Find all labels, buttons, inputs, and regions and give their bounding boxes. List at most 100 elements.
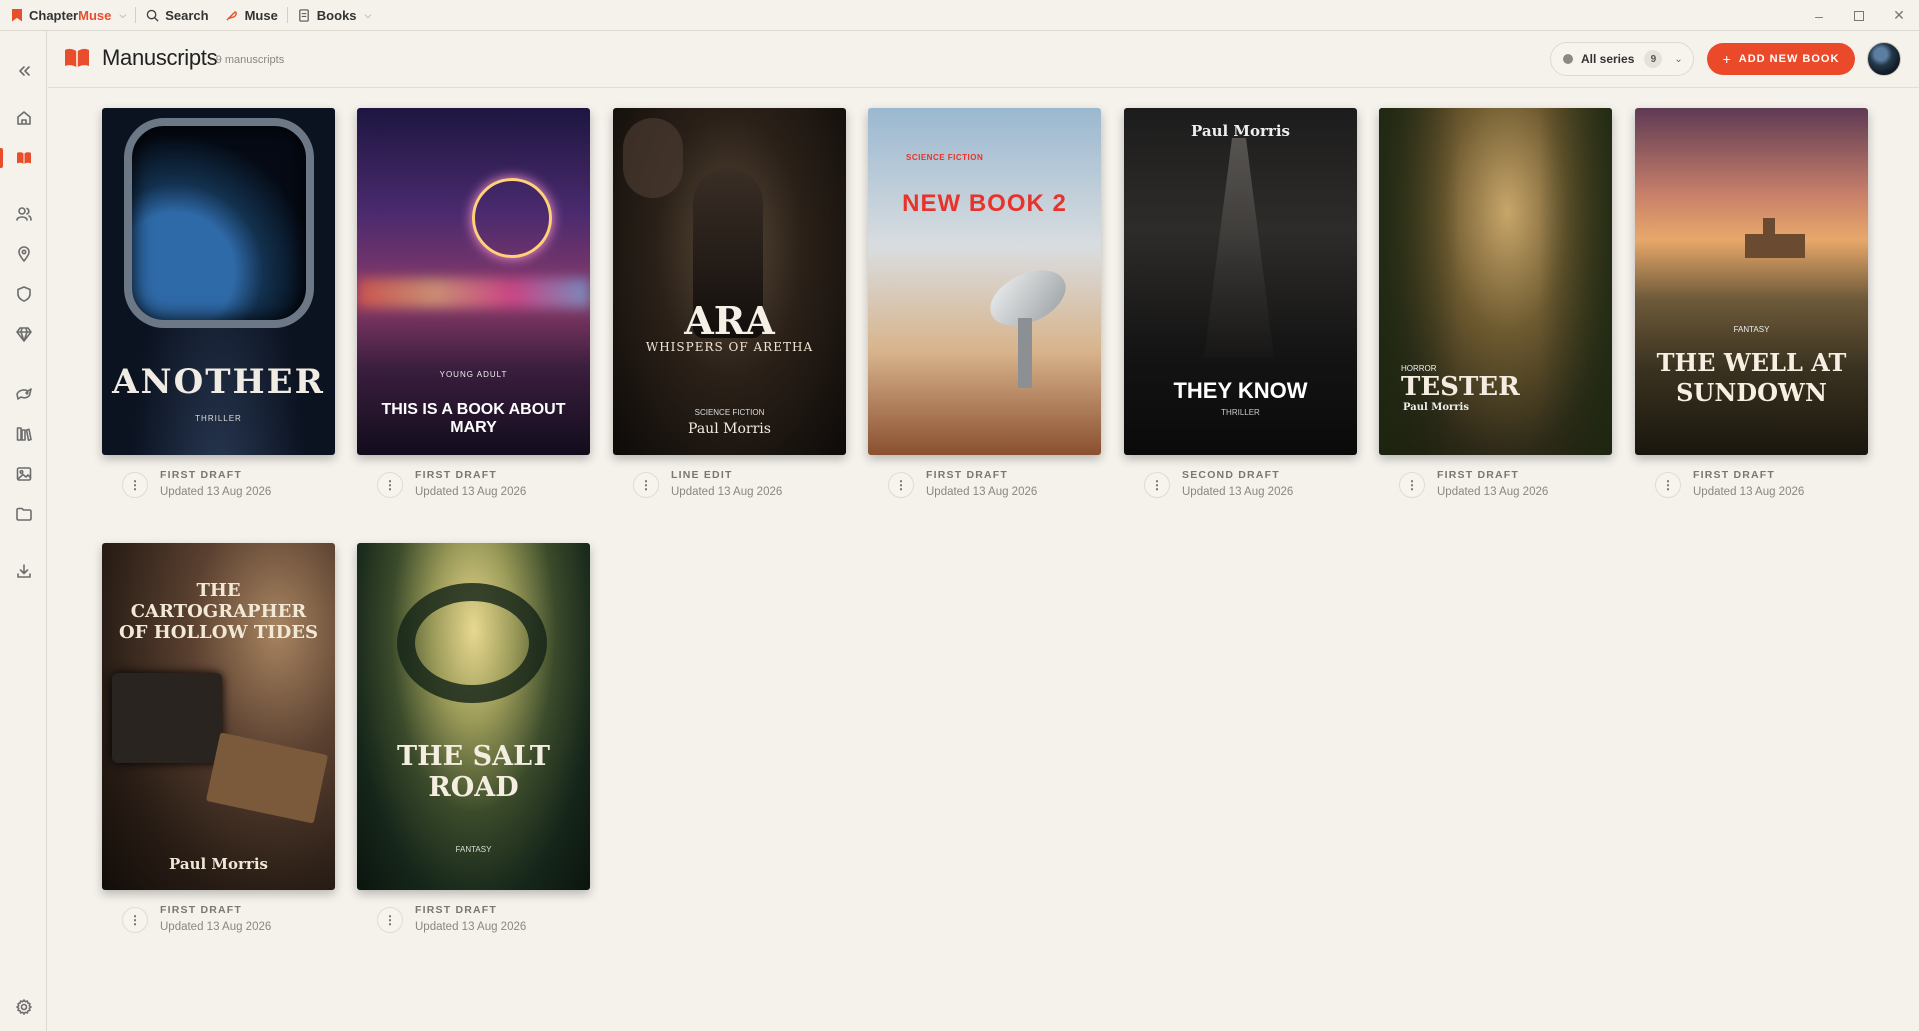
- journal-illustration: [205, 732, 329, 824]
- book-meta: ⋮ FIRST DRAFT Updated 13 Aug 2026: [888, 469, 1108, 501]
- pets-icon[interactable]: [0, 378, 47, 410]
- document-icon: [297, 8, 311, 22]
- book-meta: ⋮ FIRST DRAFT Updated 13 Aug 2026: [122, 904, 342, 936]
- shield-icon[interactable]: [0, 278, 47, 310]
- book-cover[interactable]: HORROR TESTER Paul Morris: [1379, 108, 1612, 455]
- book-cover[interactable]: FANTASY THE WELL AT SUNDOWN: [1635, 108, 1868, 455]
- collapse-icon[interactable]: [0, 55, 47, 87]
- draft-stage: FIRST DRAFT: [160, 469, 243, 481]
- updated-date: Updated 13 Aug 2026: [160, 921, 272, 933]
- divider: [135, 7, 137, 23]
- forest-arch-illustration: [397, 583, 547, 703]
- gem-icon[interactable]: [0, 318, 47, 350]
- book-meta: ⋮ FIRST DRAFT Updated 13 Aug 2026: [1655, 469, 1875, 501]
- satellite-dish-illustration: [1018, 318, 1032, 388]
- location-pin-icon[interactable]: [0, 238, 47, 270]
- more-options-icon[interactable]: ⋮: [1399, 472, 1425, 498]
- more-options-icon[interactable]: ⋮: [888, 472, 914, 498]
- books-menu-label: Books: [316, 7, 357, 23]
- cover-genre: THRILLER: [1221, 408, 1260, 417]
- book-icon[interactable]: [0, 142, 47, 174]
- draft-stage: FIRST DRAFT: [926, 469, 1009, 481]
- draft-stage: FIRST DRAFT: [1437, 469, 1520, 481]
- cover-author: Paul Morris: [1191, 122, 1290, 140]
- book-cover[interactable]: YOUNG ADULT THIS IS A BOOK ABOUT MARY: [357, 108, 590, 455]
- cover-genre: SCIENCE FICTION: [906, 153, 984, 162]
- book-cover[interactable]: THE CARTOGRAPHER OF HOLLOW TIDES Paul Mo…: [102, 543, 335, 890]
- download-icon[interactable]: [0, 555, 47, 587]
- window-controls: – ✕: [1799, 0, 1919, 31]
- cover-title: THE WELL AT SUNDOWN: [1656, 348, 1847, 407]
- cover-genre: THRILLER: [195, 414, 242, 423]
- carnival-lights: [357, 278, 590, 308]
- more-options-icon[interactable]: ⋮: [1144, 472, 1170, 498]
- window-illustration: [124, 118, 314, 328]
- muse-menu[interactable]: Muse: [225, 0, 278, 31]
- corridor-illustration: [1204, 138, 1274, 358]
- book-cover[interactable]: ARA WHISPERS OF ARETHA SCIENCE FICTION P…: [613, 108, 846, 455]
- cover-title: THEY KNOW: [1173, 378, 1308, 403]
- search-menu-label: Search: [165, 7, 209, 23]
- people-icon[interactable]: [0, 198, 47, 230]
- image-icon[interactable]: [0, 458, 47, 490]
- book-meta: ⋮ FIRST DRAFT Updated 13 Aug 2026: [377, 904, 597, 936]
- cover-title: THE SALT ROAD: [397, 741, 550, 803]
- cover-title: THIS IS A BOOK ABOUT MARY: [381, 401, 566, 436]
- cover-genre: YOUNG ADULT: [439, 370, 508, 379]
- sidebar: [0, 31, 47, 1031]
- library-icon[interactable]: [0, 418, 47, 450]
- books-menu[interactable]: Books ⌵: [297, 0, 372, 31]
- more-options-icon[interactable]: ⋮: [377, 907, 403, 933]
- more-options-icon[interactable]: ⋮: [1655, 472, 1681, 498]
- page-header: Manuscripts · 9 manuscripts All series 9…: [48, 31, 1919, 88]
- more-options-icon[interactable]: ⋮: [122, 472, 148, 498]
- home-icon[interactable]: [0, 102, 47, 134]
- draft-stage: SECOND DRAFT: [1182, 469, 1280, 481]
- cover-title: ARA: [684, 298, 775, 343]
- book-cover[interactable]: SCIENCE FICTION NEW BOOK 2: [868, 108, 1101, 455]
- typewriter-illustration: [112, 673, 222, 763]
- more-options-icon[interactable]: ⋮: [377, 472, 403, 498]
- app-menu[interactable]: Chapter Muse ⌵: [0, 0, 126, 31]
- book-icon: [65, 48, 89, 67]
- book-cover[interactable]: THE SALT ROAD FANTASY: [357, 543, 590, 890]
- villa-illustration: [1745, 218, 1805, 258]
- updated-date: Updated 13 Aug 2026: [415, 921, 527, 933]
- draft-stage: LINE EDIT: [671, 469, 733, 481]
- cover-genre: FANTASY: [455, 845, 492, 854]
- draft-stage: FIRST DRAFT: [415, 904, 498, 916]
- folder-icon[interactable]: [0, 498, 47, 530]
- updated-date: Updated 13 Aug 2026: [671, 486, 783, 498]
- cover-genre: FANTASY: [1733, 325, 1770, 334]
- manuscript-count: · 9 manuscripts: [209, 54, 285, 66]
- cover-title: TESTER: [1401, 372, 1520, 402]
- cover-title: NEW BOOK 2: [902, 190, 1067, 217]
- book-meta: ⋮ SECOND DRAFT Updated 13 Aug 2026: [1144, 469, 1364, 501]
- minimize-icon[interactable]: –: [1799, 0, 1839, 31]
- character-illustration: [623, 118, 683, 198]
- search-menu[interactable]: Search: [145, 0, 209, 31]
- book-cover[interactable]: Paul Morris THEY KNOW THRILLER: [1124, 108, 1357, 455]
- maximize-icon[interactable]: [1839, 0, 1879, 31]
- updated-date: Updated 13 Aug 2026: [1182, 486, 1294, 498]
- book-meta: ⋮ FIRST DRAFT Updated 13 Aug 2026: [377, 469, 597, 501]
- avatar[interactable]: [1867, 42, 1901, 76]
- settings-icon[interactable]: [0, 991, 47, 1023]
- series-filter-dropdown[interactable]: All series 9 ⌄: [1550, 42, 1694, 76]
- book-cover[interactable]: ANOTHER THRILLER: [102, 108, 335, 455]
- draft-stage: FIRST DRAFT: [415, 469, 498, 481]
- chevron-down-icon: ⌵: [119, 9, 127, 20]
- chevron-down-icon: ⌵: [364, 9, 372, 20]
- brand-name-part2: Muse: [78, 7, 112, 23]
- more-options-icon[interactable]: ⋮: [633, 472, 659, 498]
- series-filter-label: All series: [1581, 52, 1635, 66]
- close-icon[interactable]: ✕: [1879, 0, 1919, 31]
- plus-icon: +: [1722, 51, 1732, 67]
- status-dot: [1563, 54, 1573, 64]
- bookmark-logo-icon: [12, 8, 22, 22]
- cover-title: THE CARTOGRAPHER OF HOLLOW TIDES: [118, 580, 319, 643]
- cover-author: Paul Morris: [688, 421, 771, 437]
- more-options-icon[interactable]: ⋮: [122, 907, 148, 933]
- add-new-book-button[interactable]: + ADD NEW BOOK: [1707, 43, 1855, 75]
- cover-genre: SCIENCE FICTION: [694, 408, 765, 417]
